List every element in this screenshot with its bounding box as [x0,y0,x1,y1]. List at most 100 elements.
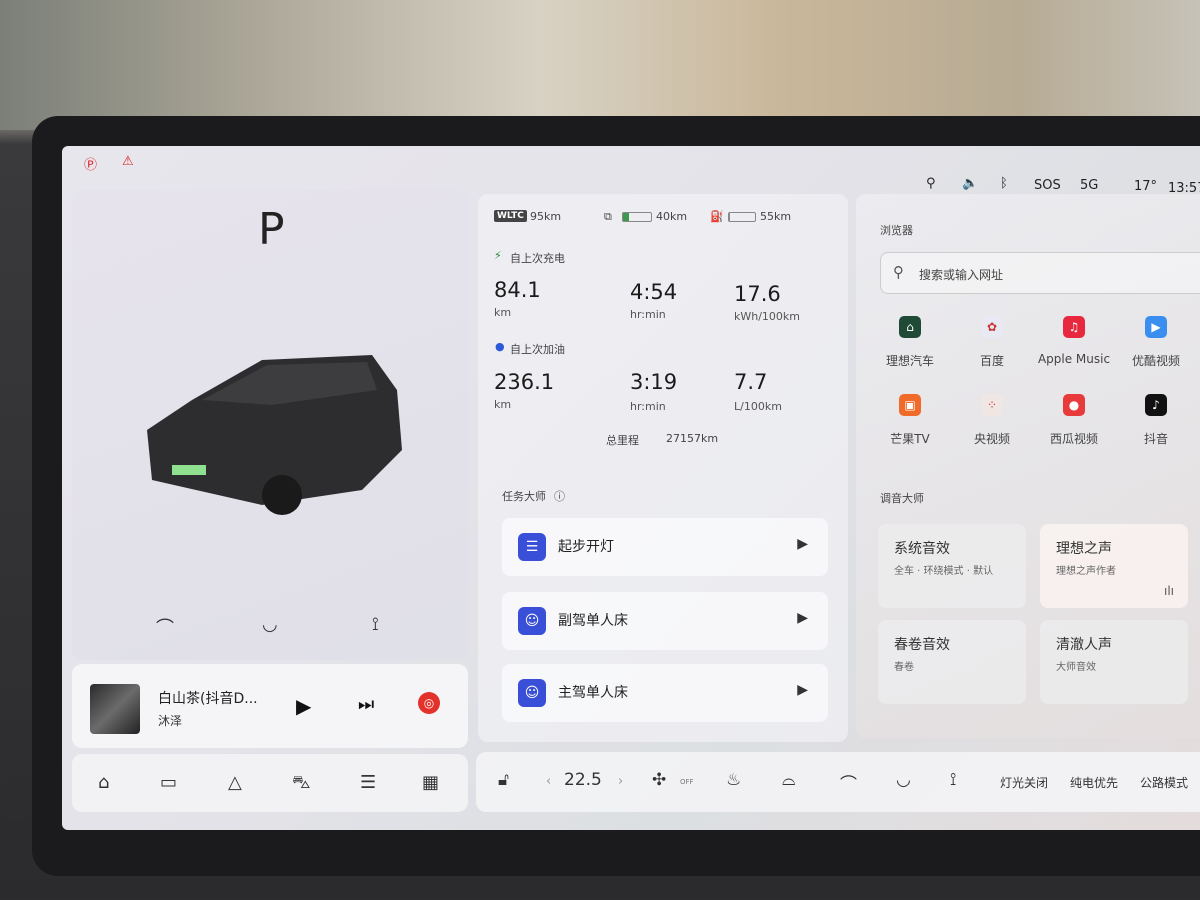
task-item[interactable]: ☺ 主驾单人床 ▶ [502,664,828,722]
gear-indicator: P [258,204,285,255]
app-shortcut[interactable]: ✿ 百度 [952,316,1032,369]
home-icon[interactable]: ⌂ [98,772,109,793]
tailgate-icon[interactable]: ⟟ [372,614,379,635]
infotainment-screen: Ⓟ ⚠ ⚲ 🔈 ᛒ SOS 5G 17° 13:57 P ⌒ ◡ ⟟ 白山茶(抖… [62,146,1200,830]
track-title: 白山茶(抖音D... [158,691,258,707]
browser-title: 浏览器 [880,224,913,237]
temp-up-button[interactable]: › [618,774,623,789]
location-icon: ⚲ [926,176,936,191]
charge-port-icon[interactable]: ◡ [896,770,911,790]
app-icon: ⁘ [981,394,1003,416]
play-icon[interactable]: ▶ [296,694,311,718]
app-icon: ♫ [1063,316,1085,338]
navigation-icon[interactable]: △ [228,772,242,793]
headlight-icon: ☰ [518,533,546,561]
album-art[interactable] [90,684,140,734]
controls-icon[interactable]: ☰ [360,772,376,793]
vehicle-panel: P ⌒ ◡ ⟟ [72,190,468,660]
network-indicator: 5G [1080,178,1099,193]
next-icon[interactable]: ⏭ [358,694,374,715]
app-shortcut[interactable]: ● 西瓜视频 [1034,394,1114,447]
play-icon[interactable]: ▶ [797,682,808,698]
url-search-input[interactable]: ⚲ 搜索或输入网址 [880,252,1200,294]
sos-button[interactable]: SOS [1034,178,1061,193]
unlock-icon[interactable]: 🔓︎ [498,770,509,790]
vehicle-image [147,355,402,515]
sound-card[interactable]: 清澈人声 大师音效 [1040,620,1188,704]
seatbelt-warning-icon: ⚠ [122,154,134,169]
browser-panel: 浏览器 ⚲ 搜索或输入网址 ⌂ 理想汽车 ✿ 百度 ♫ Apple Music ▶ 优酷视频 ▣… [856,194,1200,738]
smile-icon: ☺ [518,607,546,635]
search-icon: ⚲ [893,263,904,281]
card-title: 清澈人声 [1056,637,1112,653]
climate-bar: 🔓︎ ‹ 22.5 › ✣ OFF ♨ ⌓ ⌒ ◡ ⟟ 灯光关闭 纯电优先 公路… [476,752,1200,812]
mirror-fold-icon[interactable]: ⌒ [156,614,174,640]
temp-down-button[interactable]: ‹ [546,774,551,789]
sound-wave-icon: ılı [1163,584,1174,598]
parking-brake-icon: Ⓟ [84,158,98,173]
app-icon: ▶ [1145,316,1167,338]
card-title: 理想之声 [1056,541,1112,557]
task-item[interactable]: ☰ 起步开灯 ▶ [502,518,828,576]
card-title: 系统音效 [894,541,950,557]
app-icon: ● [1063,394,1085,416]
app-label: 央视频 [973,432,1010,446]
sound-master-title: 调音大师 [880,492,924,505]
app-label: 抖音 [1143,432,1168,446]
cabin-temperature: 22.5 [564,770,602,790]
task-label: 副驾单人床 [558,613,628,629]
lights-off-button[interactable]: 灯光关闭 [1000,774,1048,791]
card-subtitle: 春卷 [894,662,914,673]
vehicle-icon[interactable]: ▭ [160,772,177,793]
app-shortcut[interactable]: ♪ 抖音 [1116,394,1196,447]
bottom-nav: ⌂ ▭ △ ⛍ ☰ ▦ [72,754,468,812]
bluetooth-icon[interactable]: ᛒ [1000,176,1008,191]
app-shortcut[interactable]: ♫ Apple Music [1034,316,1114,366]
card-subtitle: 全车 · 环绕模式 · 默认 [894,566,994,577]
task-label: 主驾单人床 [558,685,628,701]
outside-temperature: 17° [1134,179,1158,194]
car-icon[interactable]: ⛍ [292,772,311,796]
search-placeholder: 搜索或输入网址 [919,268,1004,282]
task-item[interactable]: ☺ 副驾单人床 ▶ [502,592,828,650]
sound-card[interactable]: 春卷音效 春卷 [878,620,1026,704]
ev-priority-button[interactable]: 纯电优先 [1070,774,1118,791]
road-mode-button[interactable]: 公路模式 [1140,774,1188,791]
card-subtitle: 理想之声作者 [1056,566,1116,577]
app-shortcut[interactable]: ▣ 芒果TV [870,394,950,447]
window-view [0,0,1200,130]
app-shortcut[interactable]: ⌂ 理想汽车 [870,316,950,369]
app-shortcut[interactable]: ⁘ 央视频 [952,394,1032,447]
smile-icon: ☺ [518,679,546,707]
card-title: 春卷音效 [894,637,950,653]
app-label: Apple Music [1037,352,1111,366]
app-label: 西瓜视频 [1049,432,1098,446]
app-icon: ♪ [1145,394,1167,416]
sound-card[interactable]: 系统音效全车 · 环绕模式 · 默认 [878,524,1026,608]
play-icon[interactable]: ▶ [797,610,808,626]
defrost-icon[interactable]: ⌓ [782,770,795,790]
play-icon[interactable]: ▶ [797,536,808,552]
sound-card-active[interactable]: 理想之声理想之声作者 ılı [1040,524,1188,608]
fan-status: OFF [680,778,694,786]
track-artist: 沐泽 [158,714,183,728]
apps-icon[interactable]: ▦ [422,772,439,793]
task-list: ☰ 起步开灯 ▶ ☺ 副驾单人床 ▶ ☺ 主驾单人床 ▶ [478,146,848,746]
app-label: 百度 [979,354,1004,368]
mirror-fold-icon[interactable]: ⌒ [840,770,857,795]
task-label: 起步开灯 [558,539,614,555]
app-label: 理想汽车 [885,354,934,368]
tailgate-icon[interactable]: ⟟ [950,770,956,790]
netease-music-icon[interactable]: ◎ [418,692,440,714]
app-shortcut[interactable]: ▶ 优酷视频 [1116,316,1196,369]
app-label: 芒果TV [890,432,930,446]
app-label: 优酷视频 [1131,354,1180,368]
app-icon: ▣ [899,394,921,416]
app-icon: ⌂ [899,316,921,338]
charge-port-icon[interactable]: ◡ [262,614,278,635]
seat-heat-icon[interactable]: ♨ [726,770,741,790]
media-player: 白山茶(抖音D... 沐泽 ▶ ⏭ ◎ [72,664,468,748]
volume-icon[interactable]: 🔈 [962,176,978,191]
fan-icon[interactable]: ✣ [652,770,666,790]
card-subtitle: 大师音效 [1056,662,1096,673]
